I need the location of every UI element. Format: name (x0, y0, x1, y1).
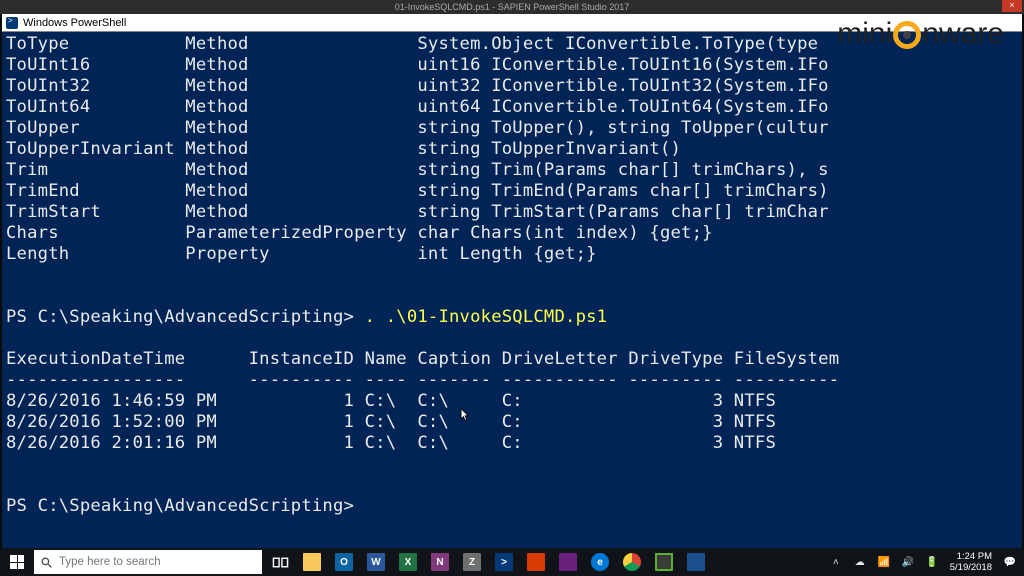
tray-volume[interactable]: 🔊 (898, 548, 918, 576)
logo-o-icon (893, 21, 921, 49)
powershell-icon (6, 17, 18, 29)
search-placeholder: Type here to search (59, 556, 161, 568)
edge-icon: e (591, 553, 609, 571)
ssms-icon (527, 553, 545, 571)
word-icon: W (367, 553, 385, 571)
powershell-button[interactable]: > (488, 548, 520, 576)
speaker-icon: 🔊 (902, 557, 914, 568)
logo-text-pre: mini (837, 17, 892, 51)
powershell-window[interactable]: Windows PowerShell ToType Method System.… (2, 14, 1022, 548)
tray-power[interactable]: 🔋 (922, 548, 942, 576)
close-button[interactable]: × (1002, 0, 1022, 12)
wifi-icon: 📶 (878, 557, 890, 568)
outlook-icon: O (335, 553, 353, 571)
minionware-logo: mini nware (837, 17, 1004, 51)
main-area: mini nware Windows PowerShell ToType Met… (0, 14, 1024, 548)
windows-logo-icon (10, 555, 24, 569)
invoked-command: . .\01-InvokeSQLCMD.ps1 (365, 307, 608, 327)
powershell-app-icon: > (495, 553, 513, 571)
search-icon (40, 556, 53, 569)
ide-titlebar: 01-InvokeSQLCMD.ps1 - SAPIEN PowerShell … (0, 0, 1024, 14)
powershell-title: Windows PowerShell (23, 17, 126, 29)
onenote-icon: N (431, 553, 449, 571)
chrome-icon (623, 553, 641, 571)
clock-time: 1:24 PM (950, 551, 992, 562)
start-button[interactable] (0, 548, 34, 576)
action-center[interactable]: 💬 (1000, 548, 1020, 576)
camtasia-button[interactable] (648, 548, 680, 576)
onenote-button[interactable]: N (424, 548, 456, 576)
tray-onedrive[interactable]: ☁ (850, 548, 870, 576)
console-output[interactable]: ToType Method System.Object IConvertible… (2, 32, 1022, 519)
edge-button[interactable]: e (584, 548, 616, 576)
zoomit-button[interactable]: Z (456, 548, 488, 576)
clock-date: 5/19/2018 (950, 562, 992, 573)
ide-title: 01-InvokeSQLCMD.ps1 - SAPIEN PowerShell … (395, 2, 630, 12)
excel-icon: X (399, 553, 417, 571)
vs-icon (559, 553, 577, 571)
sapien-button[interactable] (680, 548, 712, 576)
folder-icon (303, 553, 321, 571)
sapien-icon (687, 553, 705, 571)
battery-icon: 🔋 (926, 557, 938, 568)
tray-overflow[interactable]: ˄ (826, 548, 846, 576)
task-view-icon (272, 554, 289, 571)
zoom-icon: Z (463, 553, 481, 571)
file-explorer-button[interactable] (296, 548, 328, 576)
chrome-button[interactable] (616, 548, 648, 576)
task-view-button[interactable] (264, 548, 296, 576)
taskbar: Type here to search O W X N Z > e ˄ ☁ 📶 … (0, 548, 1024, 576)
taskbar-apps: O W X N Z > e (264, 548, 712, 576)
vs-button[interactable] (552, 548, 584, 576)
logo-text-post: nware (922, 17, 1004, 51)
excel-button[interactable]: X (392, 548, 424, 576)
notification-icon: 💬 (1004, 557, 1016, 568)
ssms-button[interactable] (520, 548, 552, 576)
outlook-button[interactable]: O (328, 548, 360, 576)
tray-network[interactable]: 📶 (874, 548, 894, 576)
word-button[interactable]: W (360, 548, 392, 576)
taskbar-search[interactable]: Type here to search (34, 550, 262, 574)
cloud-icon: ☁ (855, 557, 865, 568)
chevron-up-icon: ˄ (833, 557, 839, 568)
system-tray: ˄ ☁ 📶 🔊 🔋 1:24 PM 5/19/2018 💬 (826, 548, 1024, 576)
taskbar-clock[interactable]: 1:24 PM 5/19/2018 (946, 551, 996, 573)
camtasia-icon (655, 553, 673, 571)
